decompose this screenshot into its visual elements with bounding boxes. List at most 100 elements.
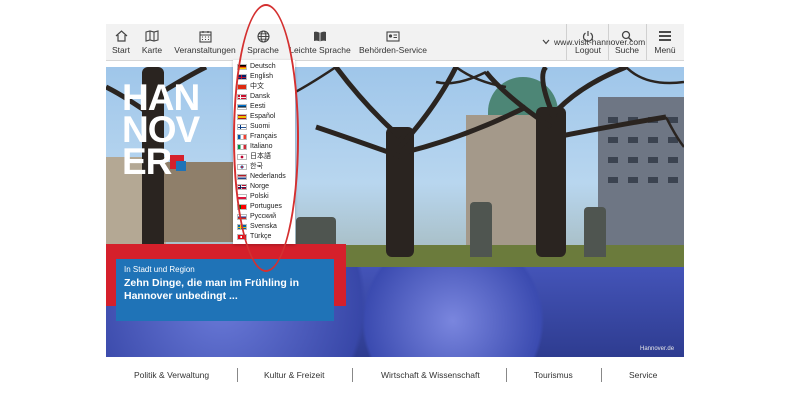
teaser-headline: Zehn Dinge, die man im Frühling in Hanno…	[124, 277, 300, 302]
language-label: Svenska	[250, 223, 277, 230]
teaser-kicker: In Stadt und Region	[124, 265, 195, 274]
language-option-ru[interactable]: Русский	[237, 212, 276, 222]
nav-suche[interactable]: Suche	[610, 24, 644, 60]
nav-sprache[interactable]: Sprache	[246, 24, 280, 60]
flag-kr-icon	[237, 164, 247, 170]
nav-menue[interactable]: Menü	[648, 24, 682, 60]
flag-ee-icon	[237, 104, 247, 110]
language-label: Deutsch	[250, 63, 276, 70]
nav-veranstaltungen[interactable]: Veranstaltungen	[174, 24, 236, 60]
language-option-pl[interactable]: Polski	[237, 192, 269, 202]
language-label: Русский	[250, 213, 276, 220]
nav-karte-label: Karte	[141, 45, 163, 55]
search-icon	[621, 29, 633, 43]
nav-behoerden-service[interactable]: Behörden-Service	[358, 24, 428, 60]
language-label: Dansk	[250, 93, 270, 100]
top-navigation-bar: Start Karte Veranstaltungen Sprache Leic…	[106, 24, 684, 61]
language-label: Italiano	[250, 143, 273, 150]
globe-icon	[256, 29, 270, 43]
flag-se-icon	[237, 224, 247, 230]
id-card-icon	[386, 29, 400, 43]
language-label: Nederlands	[250, 173, 286, 180]
photo-credit: Hannover.de	[640, 346, 675, 352]
footer-link-tourismus[interactable]: Tourismus	[534, 370, 573, 380]
language-label: English	[250, 73, 273, 80]
flag-pt-icon	[237, 204, 247, 210]
flag-jp-icon	[237, 154, 247, 160]
flag-nl-icon	[237, 174, 247, 180]
flag-fr-icon	[237, 134, 247, 140]
flag-dk-icon	[237, 94, 247, 100]
nav-logout-label: Logout	[575, 45, 601, 55]
nav-menue-label: Menü	[654, 45, 676, 55]
language-option-ko[interactable]: 한국	[237, 162, 263, 172]
language-label: Türkçe	[250, 233, 272, 240]
flag-it-icon	[237, 144, 247, 150]
flag-gb-icon	[237, 74, 247, 80]
footer-divider	[237, 368, 238, 382]
footer-divider	[506, 368, 507, 382]
footer-link-service[interactable]: Service	[629, 370, 657, 380]
nav-leichte-sprache[interactable]: Leichte Sprache	[288, 24, 352, 60]
language-option-sv[interactable]: Svenska	[237, 222, 277, 232]
language-label: Polski	[250, 193, 269, 200]
language-option-fr[interactable]: Français	[237, 132, 277, 142]
language-label: Norge	[250, 183, 270, 190]
nav-logout[interactable]: Logout	[568, 24, 608, 60]
language-dropdown: Deutsch English 中文 Dansk Eesti Español S…	[233, 60, 295, 244]
nav-leichte-sprache-label: Leichte Sprache	[289, 45, 351, 55]
language-option-it[interactable]: Italiano	[237, 142, 273, 152]
divider	[646, 24, 647, 60]
nav-sprache-label: Sprache	[247, 45, 279, 55]
nav-start[interactable]: Start	[110, 24, 132, 60]
footer-navigation: Politik & Verwaltung Kultur & Freizeit W…	[106, 366, 684, 386]
nav-veranstaltungen-label: Veranstaltungen	[174, 45, 236, 55]
teaser-card[interactable]: In Stadt und Region Zehn Dinge, die man …	[116, 259, 334, 321]
flag-ru-icon	[237, 214, 247, 220]
language-label: Français	[250, 133, 277, 140]
nav-start-label: Start	[112, 45, 130, 55]
nav-behoerden-service-label: Behörden-Service	[358, 45, 428, 55]
language-option-da[interactable]: Dansk	[237, 92, 270, 102]
easy-language-book-icon	[313, 29, 327, 43]
footer-divider	[352, 368, 353, 382]
language-option-nl[interactable]: Nederlands	[237, 172, 286, 182]
language-label: 日本語	[250, 153, 271, 160]
language-option-de[interactable]: Deutsch	[237, 62, 276, 72]
footer-link-wirtschaft[interactable]: Wirtschaft & Wissenschaft	[381, 370, 480, 380]
language-option-en[interactable]: English	[237, 72, 273, 82]
flag-de-icon	[237, 64, 247, 70]
power-icon	[582, 29, 594, 43]
home-icon	[115, 29, 128, 43]
map-icon	[145, 29, 159, 43]
language-option-tr[interactable]: Türkçe	[237, 232, 271, 242]
nav-karte[interactable]: Karte	[140, 24, 164, 60]
language-option-pt[interactable]: Portugues	[237, 202, 282, 212]
language-label: Suomi	[250, 123, 270, 130]
nav-suche-label: Suche	[614, 45, 640, 55]
calendar-icon	[198, 29, 212, 43]
language-label: 中文	[250, 83, 264, 90]
language-option-no[interactable]: Norge	[237, 182, 269, 192]
divider	[566, 24, 567, 60]
language-option-es[interactable]: Español	[237, 112, 275, 122]
footer-link-kultur[interactable]: Kultur & Freizeit	[264, 370, 324, 380]
flag-no-icon	[237, 184, 247, 190]
logo-blue-square	[176, 161, 186, 171]
footer-link-politik[interactable]: Politik & Verwaltung	[134, 370, 209, 380]
language-option-fi[interactable]: Suomi	[237, 122, 270, 132]
language-label: Eesti	[250, 103, 266, 110]
language-label: 한국	[250, 163, 263, 170]
hamburger-menu-icon	[658, 29, 672, 43]
flag-tr-icon	[237, 234, 247, 240]
flag-cn-icon	[237, 84, 247, 90]
flag-pl-icon	[237, 194, 247, 200]
language-label: Portugues	[250, 203, 282, 210]
language-option-zh[interactable]: 中文	[237, 82, 264, 92]
divider	[608, 24, 609, 60]
chevron-down-icon	[542, 37, 550, 47]
footer-divider	[601, 368, 602, 382]
language-label: Español	[250, 113, 276, 120]
language-option-ja[interactable]: 日本語	[237, 152, 271, 162]
language-option-et[interactable]: Eesti	[237, 102, 266, 112]
